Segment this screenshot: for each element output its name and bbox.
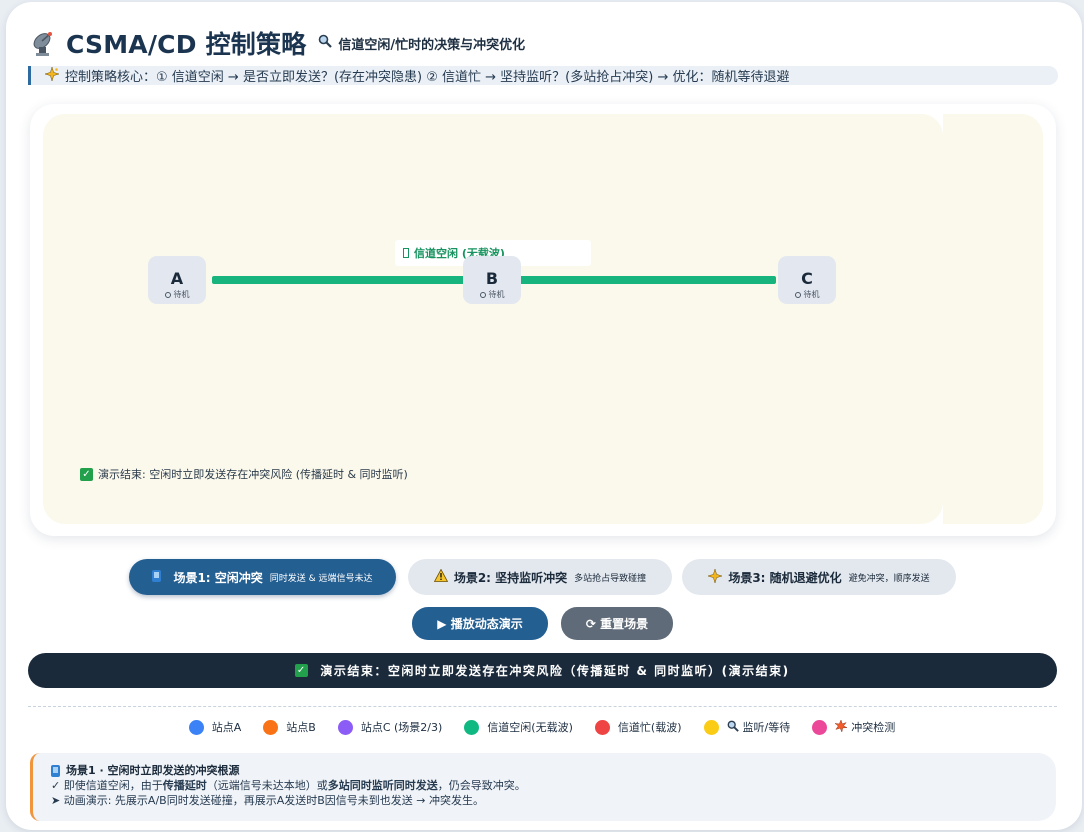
legend-item: 信道忙(载波) [594, 719, 682, 735]
legend-item: 站点C (场景2/3) [337, 719, 443, 735]
stage-done-message: ✓ 演示结束: 空闲时立即发送存在冲突风险 (传播延时 & 同时监听) [80, 466, 408, 482]
legend-dot [594, 719, 610, 735]
scene-1-label: 场景1: 空闲冲突 [173, 570, 263, 585]
reset-scene-button[interactable]: ⟳ 重置场景 [561, 607, 673, 640]
sparkle-icon [44, 65, 60, 85]
core-strategy-text: 控制策略核心：① 信道空闲 → 是否立即发送？(存在冲突隐患) ② 信道忙 → … [65, 70, 790, 85]
header: CSMA/CD 控制策略 信道空闲/忙时的决策与冲突优化 [30, 26, 525, 60]
phone-icon [152, 569, 167, 585]
status-text: 演示结束：空闲时立即发送存在冲突风险（传播延时 & 同时监听）(演示结束) [320, 664, 790, 678]
collision-icon [834, 718, 848, 735]
play-demo-button[interactable]: ▶ 播放动态演示 [412, 607, 548, 640]
station-a-state: 待机 [148, 289, 206, 300]
page-subtitle: 信道空闲/忙时的决策与冲突优化 [318, 34, 525, 53]
legend-label: 冲突检测 [851, 721, 896, 734]
legend-label: 站点B [286, 721, 316, 734]
divider [28, 706, 1057, 707]
legend-item: 站点A [188, 719, 242, 735]
info-heading: 场景1 · 空闲时立即发送的冲突根源 [51, 763, 1056, 778]
legend-label: 信道空闲(无载波) [487, 721, 573, 734]
info-emphasis: 传播延时 [162, 779, 207, 792]
sparkle-icon [707, 567, 724, 586]
scene-2-button[interactable]: 场景2: 坚持监听冲突 多站抢占导致碰撞 [408, 559, 672, 595]
station-c[interactable]: C 待机 [778, 256, 836, 304]
info-text: ，仍会导致冲突。 [437, 779, 526, 792]
legend-label: 站点C (场景2/3) [360, 721, 443, 734]
satellite-dish-icon [30, 29, 58, 57]
magnifier-icon [727, 720, 739, 735]
legend-item: 冲突检测 [812, 718, 896, 735]
legend-label: 信道忙(载波) [617, 721, 682, 734]
core-strategy-bar: 控制策略核心：① 信道空闲 → 是否立即发送？(存在冲突隐患) ② 信道忙 → … [28, 65, 1058, 85]
info-line-2: ➤ 动画演示: 先展示A/B同时发送碰撞，再展示A发送时B因信号未到也发送 → … [51, 794, 484, 807]
station-b[interactable]: B 待机 [463, 256, 521, 304]
subtitle-text: 信道空闲/忙时的决策与冲突优化 [338, 37, 526, 53]
station-c-state: 待机 [778, 289, 836, 300]
stage-done-text: 演示结束: 空闲时立即发送存在冲突风险 (传播延时 & 同时监听) [98, 468, 408, 481]
scene-3-sub: 避免冲突，顺序发送 [848, 573, 930, 584]
info-heading-text: 场景1 · 空闲时立即发送的冲突根源 [66, 764, 240, 777]
magnifier-icon [318, 34, 333, 52]
state-circle-icon [794, 291, 801, 298]
page-title: CSMA/CD 控制策略 [66, 30, 307, 59]
scene-1-sub: 同时发送 & 远端信号未达 [269, 573, 373, 584]
legend-label: 站点A [211, 721, 242, 734]
legend-dot [812, 719, 828, 735]
station-c-label: C [801, 269, 813, 288]
info-text: ✓ 即使信道空闲，由于 [51, 779, 163, 792]
info-emphasis: 多站同时监听同时发送 [327, 779, 438, 792]
station-a-state-text: 待机 [173, 290, 190, 299]
legend-item: 站点B [263, 719, 316, 735]
legend-dot [464, 719, 480, 735]
check-icon: ✓ [295, 664, 309, 677]
scene-info-panel: 场景1 · 空闲时立即发送的冲突根源 ✓ 即使信道空闲，由于传播延时（远端信号未… [30, 753, 1056, 821]
legend-item: 监听/等待 [703, 719, 791, 735]
state-circle-icon [164, 291, 171, 298]
station-a-label: A [170, 269, 184, 288]
legend-dot [337, 719, 353, 735]
check-icon: ✓ [80, 467, 93, 481]
legend-item: 信道空闲(无载波) [464, 719, 573, 735]
status-square-icon [403, 248, 409, 258]
stage-canvas [43, 114, 943, 524]
status-bar: ✓ 演示结束：空闲时立即发送存在冲突风险（传播延时 & 同时监听）(演示结束) [28, 653, 1057, 688]
station-b-state: 待机 [463, 289, 521, 300]
phone-icon [51, 764, 60, 777]
station-b-label: B [485, 269, 499, 288]
legend-dot [263, 719, 279, 735]
legend-label: 监听/等待 [742, 721, 791, 734]
legend-dot [188, 719, 204, 735]
state-circle-icon [479, 291, 486, 298]
station-b-state-text: 待机 [488, 290, 505, 299]
legend: 站点A 站点B 站点C (场景2/3) 信道空闲(无载波) 信道忙(载波) 监听… [0, 716, 1084, 738]
scene-3-label: 场景3: 随机退避优化 [728, 570, 842, 585]
scene-3-button[interactable]: 场景3: 随机退避优化 避免冲突，顺序发送 [682, 559, 956, 595]
scene-1-button[interactable]: 场景1: 空闲冲突 同时发送 & 远端信号未达 [129, 559, 396, 595]
scene-2-sub: 多站抢占导致碰撞 [574, 573, 647, 584]
station-c-state-text: 待机 [803, 290, 820, 299]
info-line-1: ✓ 即使信道空闲，由于传播延时（远端信号未达本地）或多站同时监听同时发送，仍会导… [51, 778, 1056, 793]
warning-icon [433, 568, 448, 585]
legend-dot [703, 719, 719, 735]
stage-canvas-edge [943, 114, 1043, 524]
scene-2-label: 场景2: 坚持监听冲突 [453, 570, 568, 585]
info-text: （远端信号未达本地）或 [206, 779, 328, 792]
station-a[interactable]: A 待机 [148, 256, 206, 304]
